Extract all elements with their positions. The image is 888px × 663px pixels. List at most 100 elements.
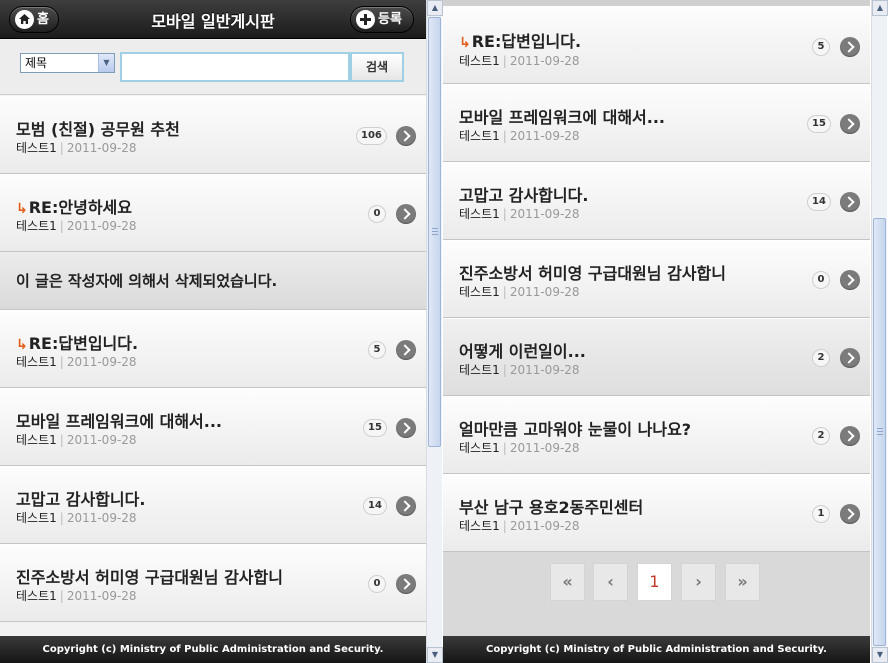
chevron-right-icon[interactable] bbox=[396, 340, 416, 360]
scrollbar-thumb[interactable] bbox=[428, 17, 441, 447]
reply-arrow-icon: ↳ bbox=[16, 201, 28, 217]
post-date: 2011-09-28 bbox=[509, 54, 580, 68]
scroll-up-icon[interactable]: ▲ bbox=[427, 0, 443, 16]
meta-divider: | bbox=[59, 141, 64, 155]
post-author: 테스트1 bbox=[16, 219, 57, 233]
chevron-down-icon[interactable]: ▼ bbox=[98, 54, 114, 72]
chevron-right-icon[interactable] bbox=[840, 348, 860, 368]
post-date: 2011-09-28 bbox=[509, 441, 580, 455]
chevron-right-icon[interactable] bbox=[396, 496, 416, 516]
post-date: 2011-09-28 bbox=[509, 519, 580, 533]
list-item[interactable]: 고맙고 감사합니다. 테스트1 | 2011-09-28 14 bbox=[0, 466, 426, 544]
chevron-right-icon[interactable] bbox=[840, 37, 860, 57]
chevron-right-icon[interactable] bbox=[840, 504, 860, 524]
count-badge: 14 bbox=[363, 497, 387, 515]
post-title: 고맙고 감사합니다. bbox=[16, 490, 146, 509]
meta-divider: | bbox=[59, 589, 64, 603]
pagination: « ‹ 1 › » bbox=[443, 552, 870, 636]
chevron-right-icon[interactable] bbox=[840, 270, 860, 290]
chevron-right-icon[interactable] bbox=[396, 418, 416, 438]
plus-icon bbox=[356, 10, 375, 29]
count-badge: 2 bbox=[812, 349, 830, 367]
post-meta: 테스트1 | 2011-09-28 bbox=[16, 509, 137, 526]
post-author: 테스트1 bbox=[16, 355, 57, 369]
scroll-down-icon[interactable]: ▼ bbox=[872, 647, 888, 663]
post-title: 고맙고 감사합니다. bbox=[459, 186, 589, 205]
post-date: 2011-09-28 bbox=[509, 129, 580, 143]
meta-divider: | bbox=[59, 433, 64, 447]
scroll-up-icon[interactable]: ▲ bbox=[872, 0, 888, 16]
post-title: 얼마만큼 고마워야 눈물이 나나요? bbox=[459, 420, 692, 439]
chevron-right-icon[interactable] bbox=[396, 126, 416, 146]
count-badge: 106 bbox=[356, 127, 387, 145]
post-title-text: 답변입니다. bbox=[501, 32, 582, 51]
meta-divider: | bbox=[502, 54, 507, 68]
register-label: 등록 bbox=[378, 12, 402, 27]
post-date: 2011-09-28 bbox=[66, 141, 137, 155]
meta-divider: | bbox=[502, 441, 507, 455]
last-page-button[interactable]: » bbox=[725, 563, 760, 601]
post-meta: 테스트1 | 2011-09-28 bbox=[459, 361, 580, 378]
scrollbar-thumb[interactable] bbox=[873, 218, 886, 646]
search-button[interactable]: 검색 bbox=[350, 52, 404, 82]
grip-icon bbox=[432, 228, 438, 235]
post-date: 2011-09-28 bbox=[509, 363, 580, 377]
post-title-text: 안녕하세요 bbox=[58, 198, 132, 217]
chevron-right-icon[interactable] bbox=[396, 574, 416, 594]
current-page[interactable]: 1 bbox=[637, 563, 672, 601]
post-author: 테스트1 bbox=[16, 589, 57, 603]
list-item[interactable]: ↳RE:안녕하세요 테스트1 | 2011-09-28 0 bbox=[0, 174, 426, 252]
right-scrollbar[interactable]: ▲ ▼ bbox=[871, 0, 888, 663]
post-author: 테스트1 bbox=[16, 433, 57, 447]
search-input[interactable] bbox=[120, 52, 350, 82]
post-author: 테스트1 bbox=[459, 54, 500, 68]
chevron-right-icon[interactable] bbox=[840, 192, 860, 212]
deleted-post-notice: 이 글은 작성자에 의해서 삭제되었습니다. bbox=[16, 272, 278, 290]
grip-icon bbox=[877, 428, 883, 435]
count-badge: 2 bbox=[812, 427, 830, 445]
left-scrollbar[interactable]: ▲ ▼ bbox=[426, 0, 443, 663]
post-meta: 테스트1 | 2011-09-28 bbox=[459, 52, 580, 69]
list-item[interactable]: 얼마만큼 고마워야 눈물이 나나요? 테스트1 | 2011-09-28 2 bbox=[443, 396, 870, 474]
copyright-footer: Copyright (c) Ministry of Public Adminis… bbox=[0, 636, 426, 663]
left-board-view: 홈 모바일 일반게시판 등록 제목 ▼ 검색 모범 (친절) 공무원 추천 테스… bbox=[0, 0, 426, 663]
chevron-right-icon[interactable] bbox=[840, 426, 860, 446]
list-item[interactable]: 진주소방서 허미영 구급대원님 감사합니 테스트1 | 2011-09-28 0 bbox=[443, 240, 870, 318]
search-field-select[interactable]: 제목 ▼ bbox=[20, 53, 115, 73]
count-badge: 15 bbox=[807, 115, 831, 133]
post-meta: 테스트1 | 2011-09-28 bbox=[459, 283, 580, 300]
meta-divider: | bbox=[59, 219, 64, 233]
first-page-button[interactable]: « bbox=[550, 563, 585, 601]
post-title: ↳RE:안녕하세요 bbox=[16, 194, 132, 218]
list-item[interactable]: 모바일 프레임워크에 대해서... 테스트1 | 2011-09-28 15 bbox=[0, 388, 426, 466]
post-title: 모범 (친절) 공무원 추천 bbox=[16, 120, 180, 139]
post-author: 테스트1 bbox=[459, 363, 500, 377]
list-item[interactable]: 진주소방서 허미영 구급대원님 감사합니 테스트1 | 2011-09-28 0 bbox=[0, 544, 426, 622]
post-title: 어떻게 이런일이... bbox=[459, 342, 586, 361]
register-button[interactable]: 등록 bbox=[350, 6, 414, 33]
chevron-right-icon[interactable] bbox=[840, 114, 860, 134]
list-item[interactable]: 모바일 프레임워크에 대해서... 테스트1 | 2011-09-28 15 bbox=[443, 84, 870, 162]
post-meta: 테스트1 | 2011-09-28 bbox=[16, 587, 137, 604]
scroll-down-icon[interactable]: ▼ bbox=[427, 647, 443, 663]
reply-prefix: RE: bbox=[28, 198, 59, 217]
list-item[interactable]: 어떻게 이런일이... 테스트1 | 2011-09-28 2 bbox=[443, 318, 870, 396]
list-item[interactable]: ↳RE:답변입니다. 테스트1 | 2011-09-28 5 bbox=[0, 310, 426, 388]
next-page-button[interactable]: › bbox=[681, 563, 716, 601]
post-title: 진주소방서 허미영 구급대원님 감사합니 bbox=[459, 264, 726, 283]
post-title: 진주소방서 허미영 구급대원님 감사합니 bbox=[16, 568, 283, 587]
meta-divider: | bbox=[502, 519, 507, 533]
post-title-text: 답변입니다. bbox=[58, 334, 139, 353]
chevron-right-icon[interactable] bbox=[396, 204, 416, 224]
list-item[interactable]: ↳RE:답변입니다. 테스트1 | 2011-09-28 5 bbox=[443, 6, 870, 84]
post-title: 모바일 프레임워크에 대해서... bbox=[16, 412, 223, 431]
list-item[interactable]: 고맙고 감사합니다. 테스트1 | 2011-09-28 14 bbox=[443, 162, 870, 240]
post-author: 테스트1 bbox=[459, 285, 500, 299]
post-author: 테스트1 bbox=[459, 441, 500, 455]
list-item[interactable]: 부산 남구 용호2동주민센터 테스트1 | 2011-09-28 1 bbox=[443, 474, 870, 552]
prev-page-button[interactable]: ‹ bbox=[593, 563, 628, 601]
list-item[interactable]: 모범 (친절) 공무원 추천 테스트1 | 2011-09-28 106 bbox=[0, 96, 426, 174]
reply-arrow-icon: ↳ bbox=[16, 337, 28, 353]
meta-divider: | bbox=[59, 511, 64, 525]
post-title: ↳RE:답변입니다. bbox=[16, 330, 138, 354]
